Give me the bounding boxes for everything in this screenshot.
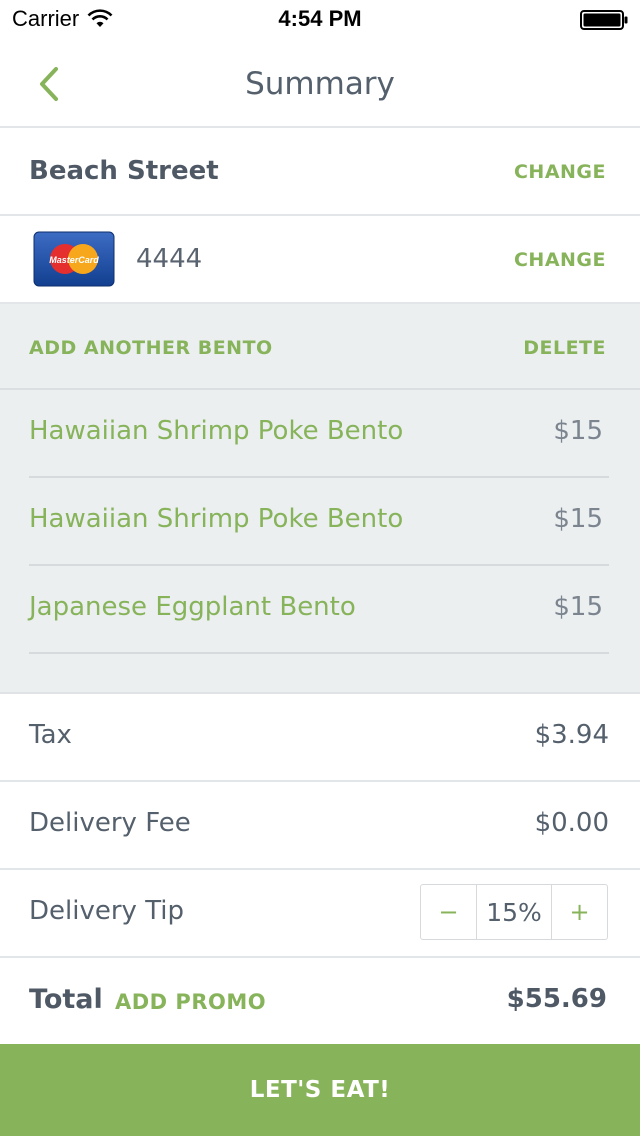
bento-list-section: ADD ANOTHER BENTO DELETE Hawaiian Shrimp… (0, 304, 640, 694)
page-title: Summary (245, 66, 395, 102)
total-row: Total ADD PROMO $55.69 (0, 958, 640, 1044)
tax-row: Tax $3.94 (0, 694, 640, 782)
bento-item[interactable]: Hawaiian Shrimp Poke Bento $15 (29, 478, 609, 566)
add-promo-button[interactable]: ADD PROMO (115, 990, 266, 1014)
total-label: Total (29, 984, 103, 1015)
tip-percent-value: 15% (476, 885, 552, 939)
bento-item-name[interactable]: Hawaiian Shrimp Poke Bento (29, 416, 403, 446)
total-value: $55.69 (506, 984, 607, 1014)
bento-item[interactable]: Hawaiian Shrimp Poke Bento $15 (29, 390, 609, 478)
bento-item-name[interactable]: Hawaiian Shrimp Poke Bento (29, 504, 403, 534)
tax-label: Tax (29, 720, 72, 750)
delivery-fee-label: Delivery Fee (29, 808, 191, 838)
tip-decrease-button[interactable]: − (421, 885, 476, 939)
status-bar: Carrier 4:54 PM (0, 0, 640, 40)
card-last-four: 4444 (136, 244, 203, 274)
tip-increase-button[interactable]: + (552, 885, 607, 939)
bento-item-name[interactable]: Japanese Eggplant Bento (29, 592, 356, 622)
delivery-address-row: Beach Street CHANGE (0, 128, 640, 216)
mastercard-icon: MasterCard (33, 231, 115, 287)
delete-button[interactable]: DELETE (523, 337, 606, 359)
tax-value: $3.94 (534, 720, 609, 750)
tip-stepper: − 15% + (420, 884, 608, 940)
add-another-bento-button[interactable]: ADD ANOTHER BENTO (29, 337, 273, 359)
delivery-fee-row: Delivery Fee $0.00 (0, 782, 640, 870)
lets-eat-label: LET'S EAT! (249, 1077, 391, 1103)
bento-item-price: $15 (553, 504, 603, 534)
bento-item[interactable]: Japanese Eggplant Bento $15 (29, 566, 609, 654)
battery-icon (580, 10, 628, 30)
delivery-fee-value: $0.00 (534, 808, 609, 838)
delivery-tip-row: Delivery Tip − 15% + (0, 870, 640, 958)
card-brand-text: MasterCard (49, 255, 99, 265)
change-payment-button[interactable]: CHANGE (514, 249, 606, 271)
delivery-tip-label: Delivery Tip (29, 896, 184, 926)
lets-eat-button[interactable]: LET'S EAT! (0, 1044, 640, 1136)
bento-header: ADD ANOTHER BENTO DELETE (0, 304, 640, 390)
address-label: Beach Street (29, 156, 219, 186)
bento-item-price: $15 (553, 592, 603, 622)
status-time: 4:54 PM (278, 6, 362, 31)
nav-bar: Summary (0, 40, 640, 128)
payment-card-row: MasterCard 4444 CHANGE (0, 216, 640, 304)
bento-item-price: $15 (553, 416, 603, 446)
change-address-button[interactable]: CHANGE (514, 161, 606, 183)
